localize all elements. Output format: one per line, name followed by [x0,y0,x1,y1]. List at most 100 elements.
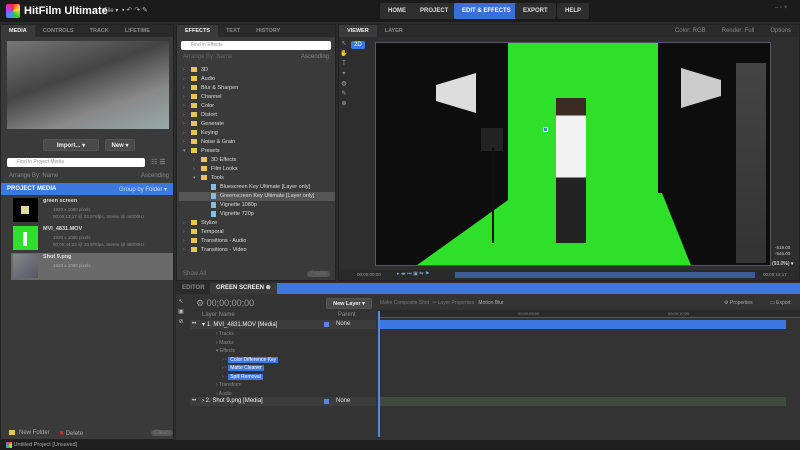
new-folder-button[interactable]: New Folder [9,430,50,436]
tab-green-screen[interactable]: GREEN SCREEN ⊗ [210,283,277,294]
export-button[interactable]: ▭ Export [770,300,791,306]
tab-text[interactable]: TEXT [218,25,248,37]
viewer-tools[interactable]: ↖ ✋ T ⌖ ◍ ✎ ⊕ [339,39,349,119]
expand-arrow-icon[interactable]: › [183,66,191,75]
effects-arrange[interactable]: Arrange By: Name [183,54,232,60]
effect-tree-item[interactable]: › Channel [179,93,335,102]
window-controls[interactable]: – ▫ × [775,5,787,11]
media-item[interactable]: Shot 9.png 1920 x 1080 pixels [11,253,173,280]
make-composite-button[interactable]: Make Composite Shot [380,300,429,306]
effect-tree-item[interactable]: › Color [179,102,335,111]
effect-tree-item[interactable]: › Noise & Grain [179,138,335,147]
media-search-input[interactable]: Find in Project Media [7,158,145,167]
arrange-dropdown[interactable]: Arrange By: Name [9,173,58,179]
layer-row[interactable]: •• › 2. Shot 9.png [Media] None [190,397,376,406]
effect-item[interactable]: › ▫ Matte Cleaner [216,364,278,373]
transform-group[interactable]: › Transform [216,381,278,390]
effect-tree-item[interactable]: Greenscreen Key Ultimate [Layer only] [179,192,335,201]
order-dropdown[interactable]: Ascending [141,173,169,179]
time-ruler[interactable]: 00;00;05;00 00;00;10;00 [378,310,800,318]
tab-viewer[interactable]: VIEWER [339,25,377,37]
effect-tree-item[interactable]: Vignette 1080p [179,201,335,210]
effect-tree-item[interactable]: › Generate [179,120,335,129]
expand-arrow-icon[interactable]: › [183,84,191,93]
nav-edit-effects[interactable]: EDIT & EFFECTS [454,3,519,19]
tab-layer[interactable]: LAYER [377,25,411,37]
expand-arrow-icon[interactable]: › [183,120,191,129]
tab-history[interactable]: HISTORY [248,25,288,37]
effect-tree-item[interactable]: › 3D [179,66,335,75]
view-toggle-icons[interactable]: ☷ ☰ [151,158,166,166]
effect-tree-item[interactable]: › Film Looks [179,165,335,174]
new-layer-button[interactable]: New Layer ▾ [326,298,372,309]
parent-dropdown[interactable]: None [336,321,350,327]
anchor-point[interactable] [543,127,548,132]
group-by-dropdown[interactable]: Group by Folder ▾ [119,186,167,193]
nav-export[interactable]: EXPORT [515,3,556,19]
viewer-canvas[interactable] [375,42,771,266]
effects-search-input[interactable]: Find in Effects [181,41,331,50]
file-menu[interactable]: File ▾ [104,7,118,14]
effect-item[interactable]: › ▫ Color Difference Key [216,356,279,365]
clean-button[interactable]: Clean [151,430,173,436]
playhead[interactable] [378,311,380,437]
delete-button[interactable]: ✖ Delete [59,430,83,437]
effect-tree-item[interactable]: › Temporal [179,228,335,237]
scrub-bar[interactable] [455,272,755,278]
effect-tree-item[interactable]: › Keying [179,129,335,138]
expand-arrow-icon[interactable]: › [183,93,191,102]
expand-arrow-icon[interactable]: › [183,75,191,84]
media-item[interactable]: green screen 1920 x 1080 pixels 00;00;13… [1,197,173,224]
expand-arrow-icon[interactable]: ▾ [183,147,191,156]
tab-lifetime[interactable]: LIFETIME [117,25,158,37]
expand-arrow-icon[interactable]: › [183,237,191,246]
effect-tree-item[interactable]: › Distort [179,111,335,120]
nav-project[interactable]: PROJECT [412,3,457,19]
playback-controls[interactable]: ▸ ◂▸ ⏮ ▣ ⇆ ⚑ [397,271,429,277]
effect-tree-item[interactable]: › 3D Effects [179,156,335,165]
expand-arrow-icon[interactable]: › [183,228,191,237]
effect-tree-item[interactable]: ▾ Presets [179,147,335,156]
layer-clip[interactable] [380,320,786,329]
tab-editor[interactable]: EDITOR [176,283,211,294]
zoom-dropdown[interactable]: (93.0%) ▾ [772,261,793,267]
media-item[interactable]: MVI_4831.MOV 1920 x 1080 pixels 00;00;44… [1,225,173,252]
new-folder-button[interactable]: Folder [307,271,331,277]
layer-clip[interactable] [380,397,786,406]
timeline-tools[interactable]: ↖ ▣ ⊘ [176,297,186,327]
color-dropdown[interactable]: Color: RGB [667,25,714,37]
layer-properties-button[interactable]: Layer Properties [438,300,475,306]
expand-arrow-icon[interactable]: › [183,246,191,255]
effects-order[interactable]: Ascending [301,54,329,60]
import-button[interactable]: Import... ▾ [43,139,99,151]
visibility-toggle[interactable]: •• [192,398,196,404]
expand-arrow-icon[interactable]: › [183,111,191,120]
render-dropdown[interactable]: Render: Full [714,25,763,37]
visibility-toggle[interactable]: •• [192,321,196,327]
tab-media[interactable]: MEDIA [1,25,35,37]
options-dropdown[interactable]: Options [762,25,799,37]
expand-arrow-icon[interactable]: › [183,219,191,228]
nav-help[interactable]: HELP [557,3,590,19]
effects-group[interactable]: ▾ Effects [216,347,278,356]
effect-item[interactable]: › ▫ Spill Removal [216,373,278,382]
effect-tree-item[interactable]: › Stylize [179,219,335,228]
expand-arrow-icon[interactable]: › [183,138,191,147]
expand-arrow-icon[interactable]: ▾ [193,174,201,183]
properties-button[interactable]: ⚙ Properties [724,300,753,306]
layer-row[interactable]: •• ▾ 1. MVI_4831.MOV [Media] None [190,320,376,329]
masks-group[interactable]: › Masks [216,339,278,348]
expand-arrow-icon[interactable]: › [193,156,201,165]
nav-home[interactable]: HOME [380,3,414,19]
effect-tree-item[interactable]: ▾ Tools [179,174,335,183]
tab-track[interactable]: TRACK [82,25,117,37]
tab-controls[interactable]: CONTROLS [35,25,82,37]
toolbar-icons[interactable]: ▪ ↶ ↷ ✎ [122,6,148,14]
effect-tree-item[interactable]: › Audio [179,75,335,84]
expand-arrow-icon[interactable]: › [183,102,191,111]
tracks-group[interactable]: › Tracks [216,330,278,339]
new-button[interactable]: New ▾ [105,139,135,151]
effect-tree-item[interactable]: Bluescreen Key Ultimate [Layer only] [179,183,335,192]
2d-mode-button[interactable]: 2D [351,41,365,49]
effect-tree-item[interactable]: Vignette 720p [179,210,335,219]
